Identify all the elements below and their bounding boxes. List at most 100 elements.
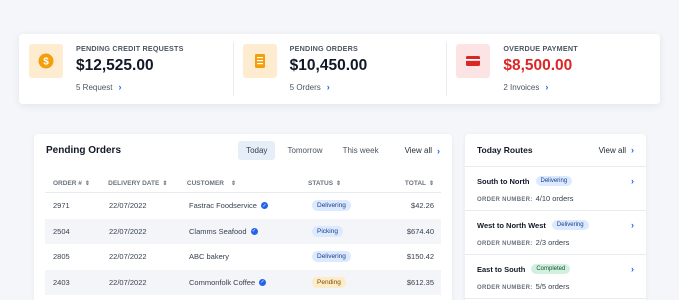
delivery-date: 22/07/2022 bbox=[109, 201, 147, 211]
status-badge: Completed bbox=[531, 264, 571, 274]
order-total: $674.40 bbox=[406, 226, 434, 236]
column-label: DELIVERY DATE bbox=[108, 180, 160, 187]
route-top: South to North Delivering bbox=[477, 176, 634, 186]
summary-cards: $ PENDING CREDIT REQUESTS $12,525.00 5 R… bbox=[19, 34, 660, 104]
stat-value: $8,500.00 bbox=[503, 57, 573, 74]
stat-label: PENDING ORDERS bbox=[289, 44, 358, 53]
status-badge: Delivering bbox=[312, 251, 351, 263]
status-cell: Delivering bbox=[312, 200, 382, 212]
stat-label: OVERDUE PAYMENT bbox=[503, 44, 578, 53]
customer-name: ABC bakery bbox=[189, 252, 230, 262]
delivery-date: 22/07/2022 bbox=[109, 226, 147, 236]
delivery-date: 22/07/2022 bbox=[109, 277, 147, 287]
route-item[interactable]: South to North Delivering ORDER NUMBER: 4… bbox=[465, 167, 646, 211]
invoices-link[interactable]: 2 Invoices › bbox=[503, 82, 660, 92]
meta-label: ORDER NUMBER: bbox=[477, 197, 533, 203]
orders-table: ORDER # ⇕ DELIVERY DATE ⇕ CUSTOMER ⇕ STATUS… bbox=[45, 175, 441, 295]
date-tabs: Today Tomorrow This week bbox=[238, 141, 387, 160]
order-total: $150.42 bbox=[406, 252, 434, 262]
customer-name: Commonfolk Coffee bbox=[189, 277, 256, 287]
order-total: $42.26 bbox=[411, 201, 434, 211]
table-header: ORDER # ⇕ DELIVERY DATE ⇕ CUSTOMER ⇕ STATUS… bbox=[45, 175, 441, 193]
route-meta: ORDER NUMBER: 5/5 orders bbox=[477, 282, 634, 291]
chevron-right-icon: › bbox=[326, 82, 330, 92]
customer-name: Clamms Seafood bbox=[189, 226, 247, 236]
column-label: TOTAL bbox=[404, 180, 426, 187]
tab-this-week[interactable]: This week bbox=[335, 141, 387, 160]
column-label: CUSTOMER bbox=[186, 180, 224, 187]
stat-link-label: 5 Orders bbox=[289, 82, 321, 92]
status-cell: Delivering bbox=[312, 251, 382, 263]
stat-pending-orders: PENDING ORDERS $10,450.00 5 Orders › bbox=[232, 34, 447, 104]
order-total: $612.35 bbox=[406, 277, 434, 287]
tab-tomorrow[interactable]: Tomorrow bbox=[279, 141, 330, 160]
column-header-customer[interactable]: CUSTOMER ⇕ bbox=[187, 180, 308, 187]
table-row[interactable]: 2971 22/07/2022 Fastrac Foodservice ✓ Del… bbox=[45, 193, 441, 219]
route-top: East to South Completed bbox=[477, 264, 634, 274]
status-badge: Delivering bbox=[551, 220, 589, 230]
route-name: West to North West bbox=[477, 220, 546, 230]
orders-header: Pending Orders Today Tomorrow This week … bbox=[34, 134, 452, 167]
chevron-right-icon: › bbox=[631, 145, 634, 155]
svg-text:$: $ bbox=[43, 56, 49, 67]
table-row[interactable]: 2805 22/07/2022 ABC bakery Delivering $1… bbox=[45, 244, 441, 270]
column-label: STATUS bbox=[308, 180, 334, 187]
orders-link[interactable]: 5 Orders › bbox=[290, 82, 447, 92]
chevron-right-icon: › bbox=[631, 176, 634, 186]
tab-today[interactable]: Today bbox=[238, 141, 276, 160]
dollar-coin-icon: $ bbox=[29, 44, 63, 78]
table-row[interactable]: 2403 22/07/2022 Commonfolk Coffee ✓ Pendi… bbox=[45, 269, 441, 295]
table-row[interactable]: 2504 22/07/2022 Clamms Seafood ✓ Picking … bbox=[45, 218, 441, 244]
status-badge: Picking bbox=[312, 225, 343, 237]
order-number: 2805 bbox=[53, 252, 70, 262]
delivery-date: 22/07/2022 bbox=[109, 252, 147, 262]
verified-icon: ✓ bbox=[250, 227, 258, 235]
sort-icon: ⇕ bbox=[336, 181, 342, 187]
document-icon bbox=[242, 44, 277, 78]
route-top: West to North West Delivering bbox=[477, 220, 634, 230]
column-header-delivery-date[interactable]: DELIVERY DATE ⇕ bbox=[108, 180, 187, 187]
stat-label: PENDING CREDIT REQUESTS bbox=[76, 44, 184, 53]
route-item[interactable]: West to North West Delivering ORDER NUMB… bbox=[465, 211, 646, 255]
stat-pending-credit: $ PENDING CREDIT REQUESTS $12,525.00 5 R… bbox=[19, 34, 233, 104]
status-cell: Picking bbox=[312, 225, 382, 237]
today-routes-panel: Today Routes View all › South to North De… bbox=[465, 134, 646, 300]
routes-view-all-link[interactable]: View all › bbox=[599, 145, 634, 155]
stat-link-label: 2 Invoices bbox=[503, 82, 540, 92]
view-all-label: View all bbox=[404, 146, 432, 155]
chevron-right-icon: › bbox=[545, 82, 549, 92]
route-item[interactable]: East to South Completed ORDER NUMBER: 5/5… bbox=[465, 255, 646, 299]
customer-cell: ABC bakery bbox=[189, 252, 312, 261]
customer-cell: Commonfolk Coffee ✓ bbox=[189, 278, 312, 287]
route-orders: 5/5 orders bbox=[535, 282, 570, 291]
status-cell: Pending bbox=[312, 276, 382, 288]
customer-cell: Clamms Seafood ✓ bbox=[189, 227, 312, 236]
credit-requests-link[interactable]: 5 Request › bbox=[76, 82, 233, 92]
status-badge: Delivering bbox=[535, 176, 573, 186]
order-number: 2403 bbox=[53, 277, 70, 287]
status-badge: Delivering bbox=[312, 200, 351, 212]
column-header-order[interactable]: ORDER # ⇕ bbox=[45, 180, 108, 187]
route-name: South to North bbox=[477, 176, 530, 186]
column-header-status[interactable]: STATUS ⇕ bbox=[308, 180, 377, 187]
view-all-label: View all bbox=[598, 145, 626, 155]
stat-overdue-payment: OVERDUE PAYMENT $8,500.00 2 Invoices › bbox=[446, 34, 660, 104]
route-name: East to South bbox=[477, 264, 526, 274]
stat-value: $12,525.00 bbox=[76, 57, 154, 74]
pending-orders-panel: Pending Orders Today Tomorrow This week … bbox=[34, 134, 452, 300]
sort-icon: ⇕ bbox=[428, 181, 435, 187]
sort-icon: ⇕ bbox=[162, 181, 168, 187]
meta-label: ORDER NUMBER: bbox=[477, 285, 533, 291]
route-orders: 2/3 orders bbox=[535, 238, 570, 247]
chevron-right-icon: › bbox=[631, 220, 634, 230]
orders-view-all-link[interactable]: View all › bbox=[405, 146, 440, 156]
order-number: 2971 bbox=[53, 201, 70, 211]
customer-name: Fastrac Foodservice bbox=[189, 201, 257, 211]
column-header-total[interactable]: TOTAL ⇕ bbox=[377, 180, 441, 187]
panel-title: Pending Orders bbox=[46, 145, 122, 156]
verified-icon: ✓ bbox=[259, 278, 267, 286]
verified-icon: ✓ bbox=[260, 202, 268, 210]
status-badge: Pending bbox=[312, 276, 346, 288]
route-meta: ORDER NUMBER: 4/10 orders bbox=[477, 194, 634, 203]
sort-icon: ⇕ bbox=[230, 181, 237, 187]
